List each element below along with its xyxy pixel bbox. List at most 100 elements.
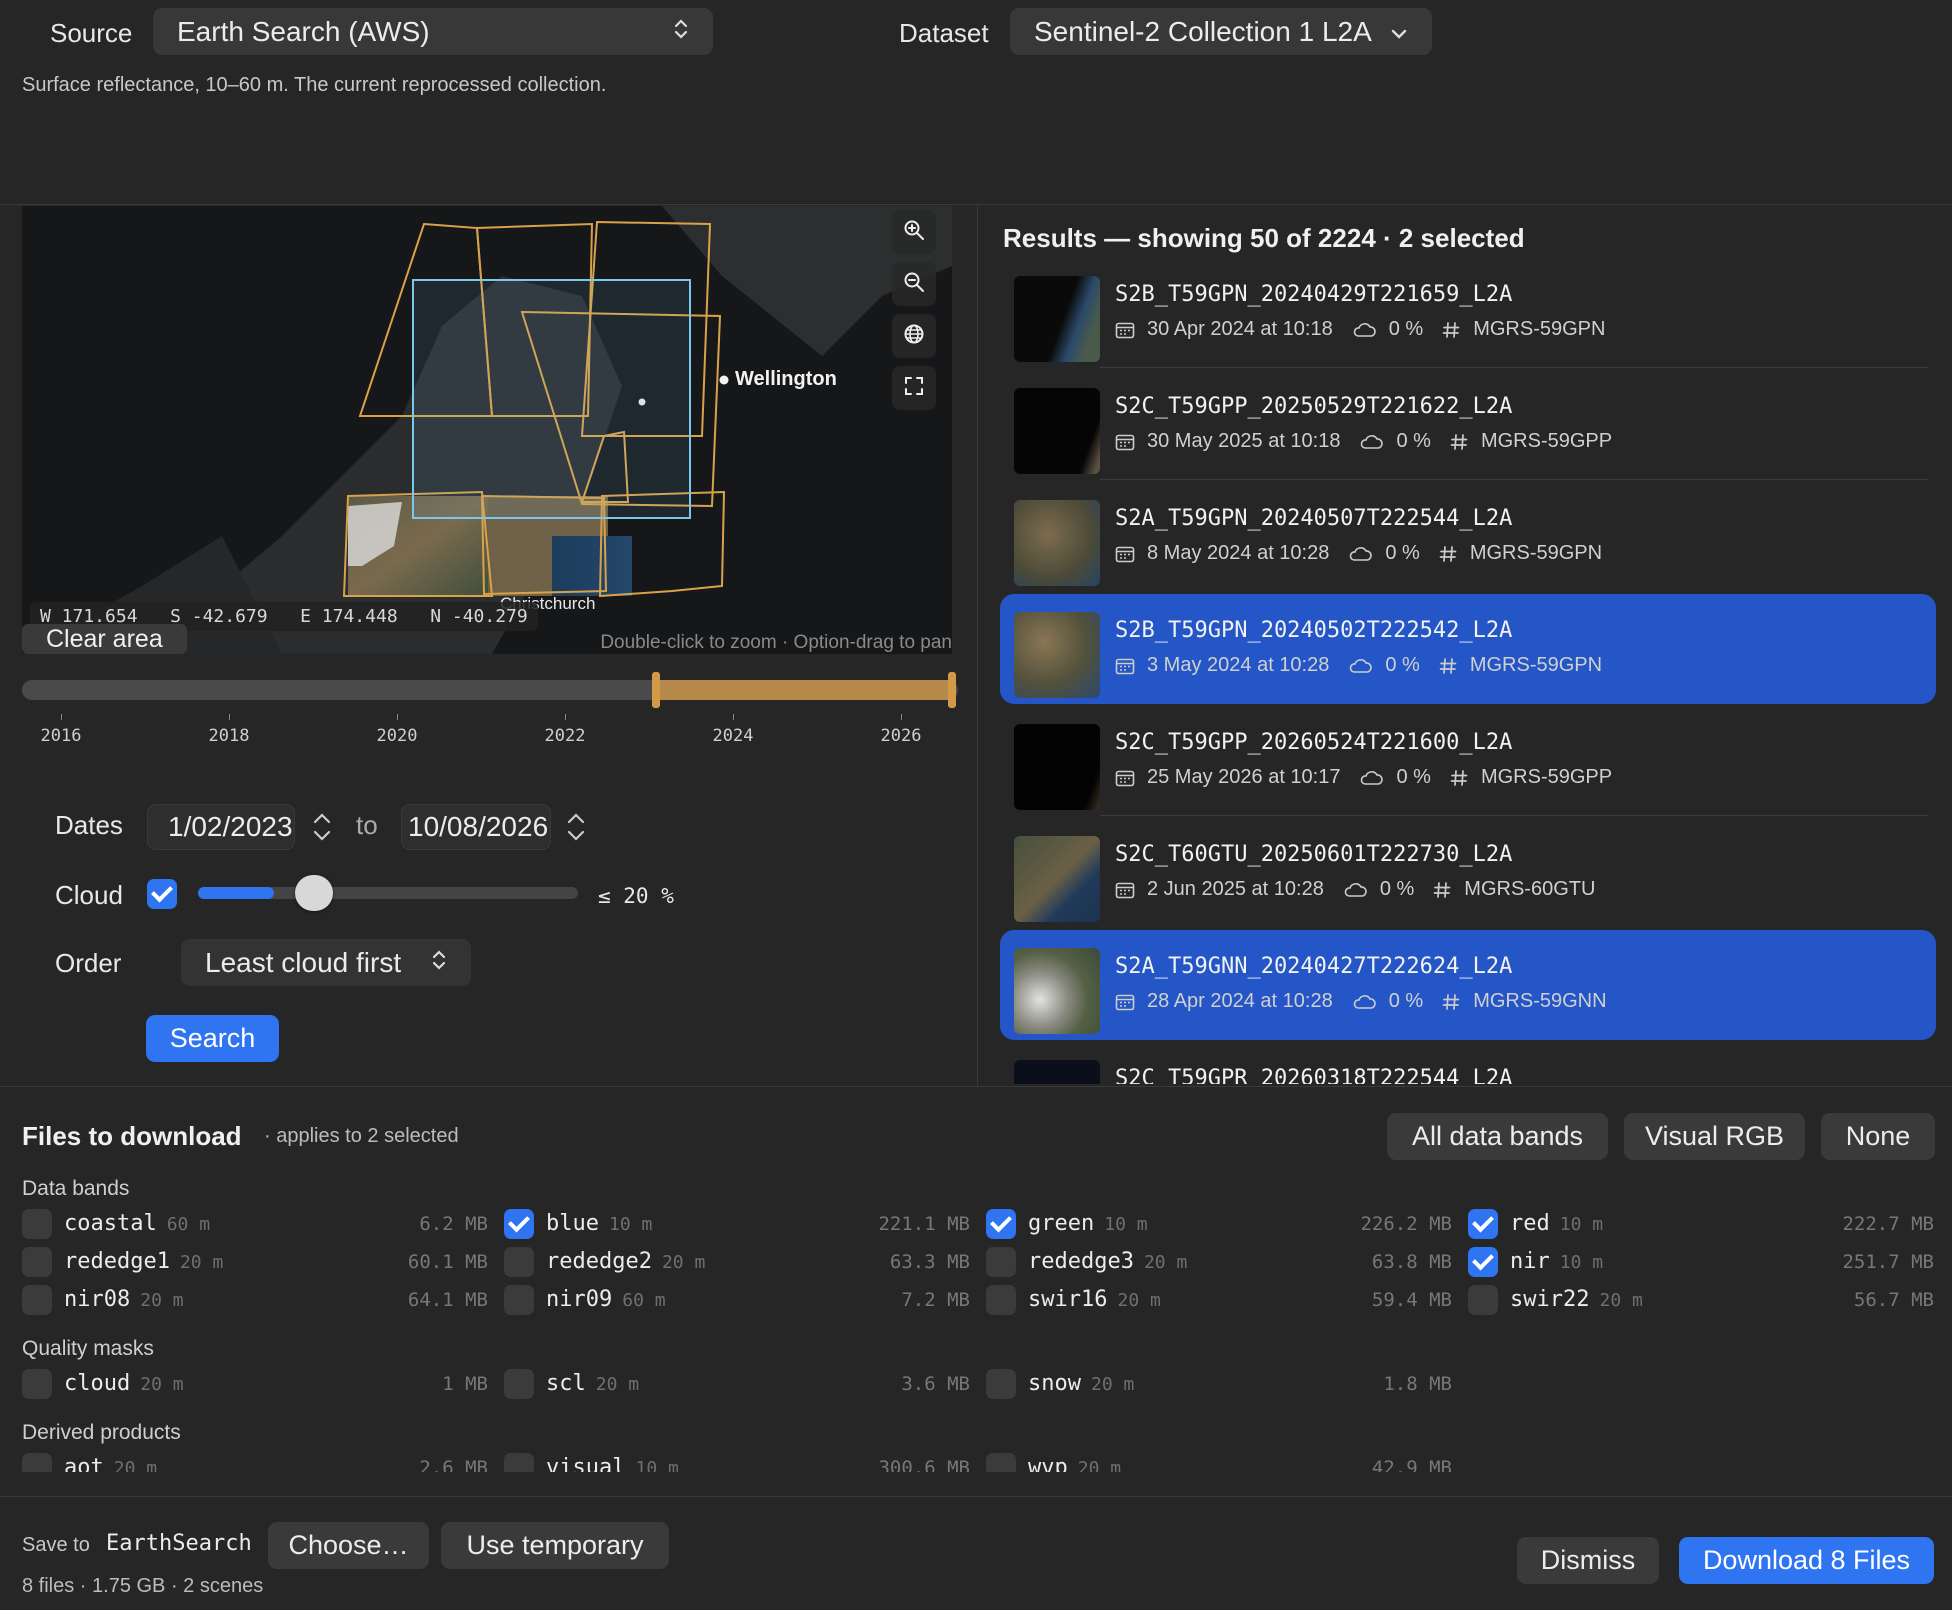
preset-all-bands-button[interactable]: All data bands [1387,1113,1608,1160]
order-popup[interactable]: Least cloud first [181,939,471,986]
band-item[interactable]: aot 20 m 2.6 MB [22,1451,488,1472]
preset-visual-rgb-button[interactable]: Visual RGB [1624,1113,1805,1160]
band-name-text: blue [546,1211,599,1236]
dataset-popup[interactable]: Sentinel-2 Collection 1 L2A [1010,8,1432,55]
band-checkbox[interactable] [22,1453,52,1472]
timeline-tick-label: 2020 [376,726,418,746]
preset-none-button[interactable]: None [1821,1113,1935,1160]
band-checkbox[interactable] [22,1247,52,1277]
band-item[interactable]: nir08 20 m 64.1 MB [22,1283,488,1317]
band-name-text: nir [1510,1249,1550,1274]
band-checkbox[interactable] [22,1369,52,1399]
result-row[interactable]: S2C_T59GPP_20250529T221622_L2A 30 May 202… [1000,370,1936,480]
band-checkbox[interactable] [986,1209,1016,1239]
date-to-value: 10/08/2026 [408,811,549,842]
date-to-stepper[interactable] [562,806,590,853]
dates-label: Dates [55,810,123,840]
cloud-slider-knob[interactable] [294,875,333,911]
band-checkbox[interactable] [504,1369,534,1399]
band-checkbox[interactable] [504,1209,534,1239]
download-button[interactable]: Download 8 Files [1679,1537,1934,1584]
band-resolution: 20 m [595,1374,640,1395]
band-item[interactable]: cloud 20 m 1 MB [22,1367,488,1401]
dismiss-button[interactable]: Dismiss [1517,1537,1659,1584]
band-item[interactable]: scl 20 m 3.6 MB [504,1367,970,1401]
timeline-end-handle[interactable] [948,672,957,708]
band-item[interactable]: rededge3 20 m 63.8 MB [986,1245,1452,1279]
band-size: 7.2 MB [901,1289,970,1311]
choose-folder-button[interactable]: Choose… [268,1522,429,1569]
band-resolution: 20 m [113,1458,158,1472]
band-checkbox[interactable] [986,1453,1016,1472]
band-item[interactable]: visual 10 m 300.6 MB [504,1451,970,1472]
band-item[interactable]: red 10 m 222.7 MB [1468,1207,1934,1241]
scene-name: S2C_T59GPP_20250529T221622_L2A [1115,394,1513,419]
calendar-icon [1115,322,1135,338]
date-from-stepper[interactable] [308,806,336,853]
cloud-filter-checkbox[interactable] [147,879,177,909]
band-item[interactable]: nir09 60 m 7.2 MB [504,1283,970,1317]
band-item[interactable]: swir22 20 m 56.7 MB [1468,1283,1934,1317]
timeline-tick-mark [397,714,398,720]
band-checkbox[interactable] [1468,1209,1498,1239]
band-checkbox[interactable] [22,1209,52,1239]
band-item[interactable]: coastal 60 m 6.2 MB [22,1207,488,1241]
zoom-in-button[interactable] [892,210,936,254]
date-to-field[interactable]: 10/08/2026 [401,804,551,850]
fit-extent-button[interactable] [892,366,936,410]
map-hint: Double-click to zoom · Option-drag to pa… [600,632,952,653]
band-checkbox[interactable] [986,1285,1016,1315]
map-view[interactable]: Wellington Christchurch W 171.654 S -42.… [22,206,952,654]
result-row[interactable]: S2C_T60GTU_20250601T222730_L2A 2 Jun 2025… [1000,818,1936,928]
result-row[interactable]: S2C_T59GPP_20260524T221600_L2A 25 May 202… [1000,706,1936,816]
band-item[interactable]: rededge2 20 m 63.3 MB [504,1245,970,1279]
calendar-icon [1115,658,1135,674]
band-item[interactable]: nir 10 m 251.7 MB [1468,1245,1934,1279]
band-name-text: visual [546,1455,626,1472]
globe-button[interactable] [892,314,936,358]
band-checkbox[interactable] [986,1369,1016,1399]
band-checkbox[interactable] [1468,1247,1498,1277]
footer-divider [0,1496,1952,1497]
hash-icon [1442,321,1460,338]
band-name: wvp 20 m [1028,1455,1121,1472]
clear-area-button[interactable]: Clear area [22,624,187,654]
search-button[interactable]: Search [146,1015,279,1062]
band-checkbox[interactable] [986,1247,1016,1277]
band-checkbox[interactable] [504,1247,534,1277]
band-checkbox[interactable] [504,1453,534,1472]
result-row[interactable]: S2A_T59GNN_20240427T222624_L2A 28 Apr 202… [1000,930,1936,1040]
cloud-label: Cloud [55,880,123,910]
band-name: rededge1 20 m [64,1249,223,1274]
result-row[interactable]: S2B_T59GPN_20240429T221659_L2A 30 Apr 202… [1000,258,1936,368]
hash-icon [1433,881,1451,898]
band-item[interactable]: green 10 m 226.2 MB [986,1207,1452,1241]
timeline-selection[interactable] [656,680,953,700]
files-scroll-area[interactable]: Data bands Quality masks Derived product… [0,1172,1952,1472]
result-row[interactable]: S2C_T59GPR_20260318T222544_L2A [1000,1042,1936,1084]
date-from-field[interactable]: 1/02/2023 [147,804,295,850]
band-item[interactable]: rededge1 20 m 60.1 MB [22,1245,488,1279]
scene-thumbnail [1014,612,1100,698]
band-size: 2.6 MB [419,1457,488,1472]
zoom-out-icon [902,270,926,299]
preset-visual-label: Visual RGB [1644,1121,1785,1151]
use-temporary-button[interactable]: Use temporary [441,1522,669,1569]
band-item[interactable]: snow 20 m 1.8 MB [986,1367,1452,1401]
result-row[interactable]: S2A_T59GPN_20240507T222544_L2A 8 May 2024… [1000,482,1936,592]
timeline-tick-mark [565,714,566,720]
band-item[interactable]: blue 10 m 221.1 MB [504,1207,970,1241]
band-resolution: 20 m [1117,1290,1161,1311]
band-resolution: 10 m [608,1214,653,1235]
result-row[interactable]: S2B_T59GPN_20240502T222542_L2A 3 May 2024… [1000,594,1936,704]
band-checkbox[interactable] [22,1285,52,1315]
scene-cloud-text: 0 % [1385,654,1420,676]
band-item[interactable]: swir16 20 m 59.4 MB [986,1283,1452,1317]
band-checkbox[interactable] [1468,1285,1498,1315]
timeline-start-handle[interactable] [652,672,660,708]
results-list[interactable]: S2B_T59GPN_20240429T221659_L2A 30 Apr 202… [978,258,1952,1084]
source-popup[interactable]: Earth Search (AWS) [153,8,713,55]
zoom-out-button[interactable] [892,262,936,306]
band-item[interactable]: wvp 20 m 42.9 MB [986,1451,1452,1472]
band-checkbox[interactable] [504,1285,534,1315]
